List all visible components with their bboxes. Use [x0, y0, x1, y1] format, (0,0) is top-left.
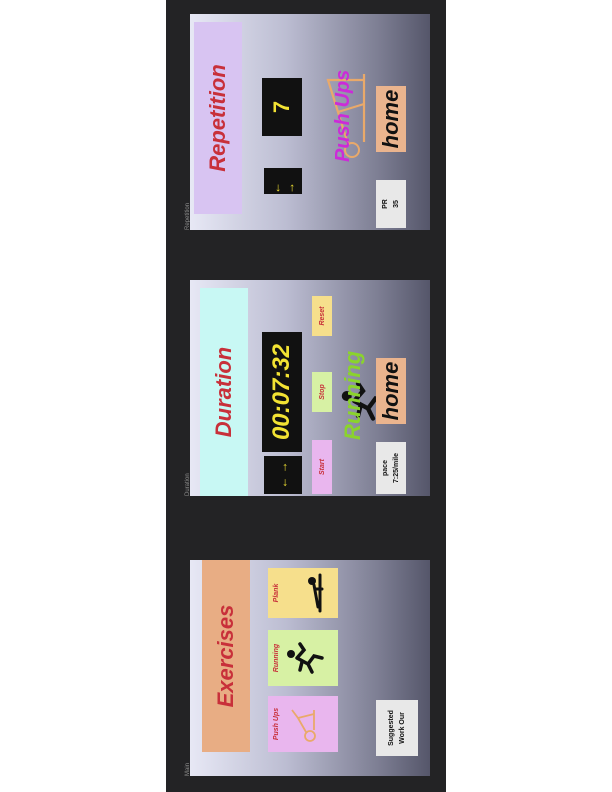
reset-button[interactable]: Reset	[312, 296, 332, 336]
pushups-card-label: Push Ups	[273, 707, 280, 741]
home-button[interactable]: home	[376, 86, 406, 152]
activity-name: Running	[340, 350, 365, 440]
home-button[interactable]: home	[376, 358, 406, 424]
suggested-workout-button[interactable]: Suggested Work Our	[376, 700, 418, 756]
pushups-card[interactable]: Push Ups	[268, 696, 338, 752]
pace-value: 7:25/mile	[393, 453, 400, 483]
exercises-header: Exercises	[202, 560, 250, 752]
running-card[interactable]: Running	[268, 630, 338, 686]
repetition-title: Repetition	[205, 64, 230, 172]
plank-card[interactable]: Plank	[268, 568, 338, 618]
duration-screen: Duration ← → 00:07:32 Start Stop Reset R…	[190, 280, 430, 496]
stop-button[interactable]: Stop	[312, 372, 332, 412]
rep-count-display: 7	[262, 78, 302, 136]
suggested-workout-label: Suggested Work Our	[388, 710, 406, 746]
repetition-screen: Repetition ← → 7 Push Ups PR 35 home	[190, 14, 430, 230]
pace-box: pace 7:25/mile	[376, 442, 406, 494]
start-button[interactable]: Start	[312, 440, 332, 494]
main-screen: Exercises Push Ups Running Plank Suggest…	[190, 560, 430, 776]
duration-adjust-arrows[interactable]: ← →	[264, 456, 302, 494]
rotated-board: Main Exercises Push Ups Running Plank Su…	[166, 0, 446, 792]
design-canvas: Main Exercises Push Ups Running Plank Su…	[166, 0, 446, 792]
repetition-adjust-arrows[interactable]: ← →	[264, 168, 302, 194]
running-icon	[287, 642, 324, 674]
duration-title: Duration	[211, 346, 236, 438]
running-card-label: Running	[273, 643, 280, 673]
plank-card-label: Plank	[273, 583, 280, 603]
pr-label: PR	[382, 199, 389, 209]
pr-value: 35	[393, 200, 400, 208]
plank-icon	[308, 573, 324, 613]
repetition-header: Repetition	[194, 22, 242, 214]
activity-name: Push Ups	[332, 69, 354, 162]
page-title: Exercises	[213, 604, 238, 708]
pace-label: pace	[382, 460, 389, 476]
personal-record-box: PR 35	[376, 180, 406, 228]
pushup-icon	[291, 709, 316, 742]
timer-display: 00:07:32	[262, 332, 302, 452]
duration-header: Duration	[200, 288, 248, 496]
